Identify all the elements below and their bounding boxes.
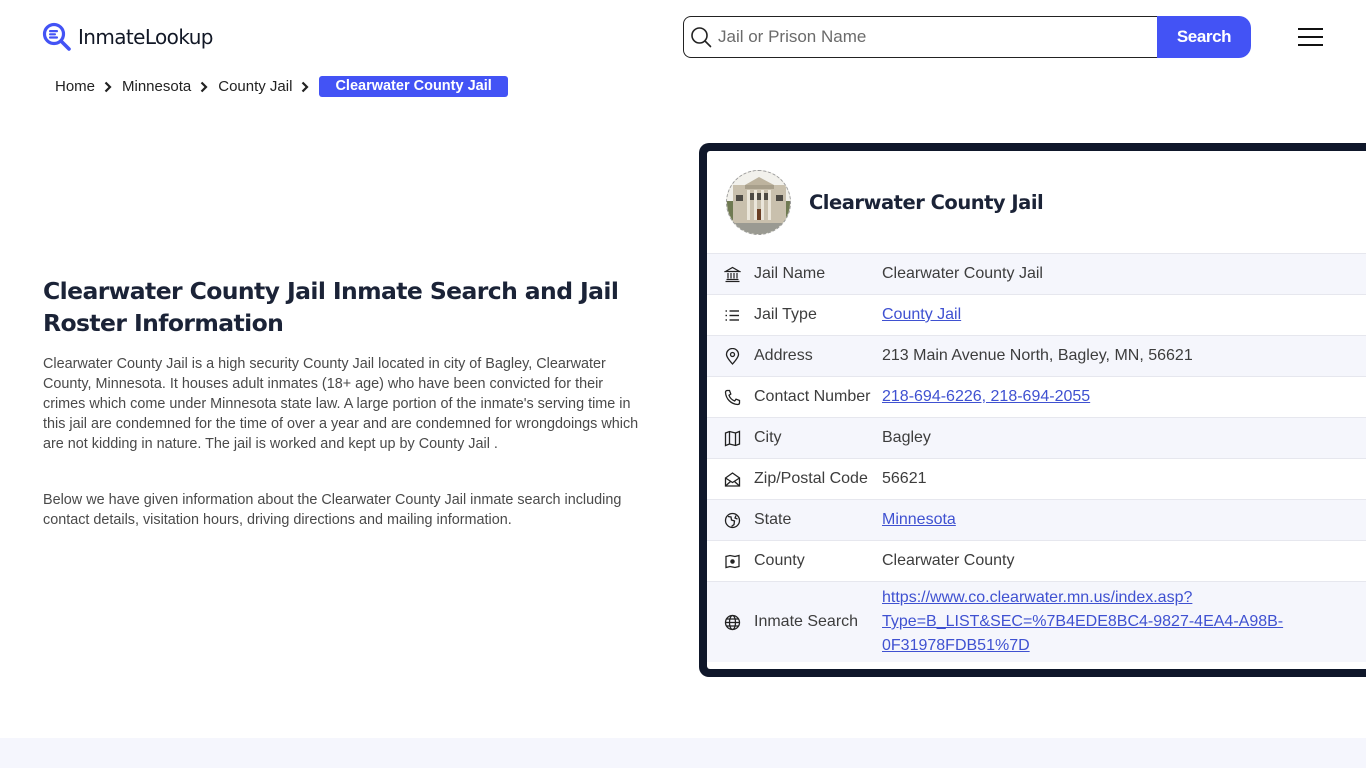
phone-icon	[724, 389, 741, 405]
logo-text: InmateLookup	[78, 25, 213, 49]
info-row-city: City Bagley	[707, 417, 1366, 458]
row-label: State	[754, 511, 792, 528]
info-row-contact-number: Contact Number 218-694-6226, 218-694-205…	[707, 376, 1366, 417]
row-label: Inmate Search	[754, 613, 859, 630]
breadcrumb-home[interactable]: Home	[55, 78, 95, 95]
map-pin-icon	[725, 347, 740, 365]
row-label: Jail Type	[754, 306, 817, 323]
county-map-icon	[725, 554, 740, 568]
chevron-right-icon	[200, 81, 208, 92]
info-row-zip: Zip/Postal Code 56621	[707, 458, 1366, 499]
site-logo[interactable]: InmateLookup	[42, 22, 213, 52]
row-label: Jail Name	[754, 265, 826, 282]
bank-icon	[724, 266, 741, 282]
link-line: Type=B_LIST&SEC=%7B4EDE8BC4-9827-4EA4-A9…	[882, 613, 1284, 630]
jail-name-value: Clearwater County Jail	[882, 265, 1043, 282]
row-label: City	[754, 429, 782, 446]
breadcrumb: Home Minnesota County Jail Clearwater Co…	[55, 76, 508, 97]
card-title: Clearwater County Jail	[809, 190, 1044, 214]
breadcrumb-minnesota[interactable]: Minnesota	[122, 78, 191, 95]
link-line: 0F31978FDB51%7D	[882, 637, 1030, 654]
county-value: Clearwater County	[882, 552, 1015, 569]
info-row-jail-name: Jail Name Clearwater County Jail	[707, 253, 1366, 294]
state-link[interactable]: Minnesota	[882, 511, 956, 528]
breadcrumb-current: Clearwater County Jail	[319, 76, 508, 97]
info-row-jail-type: Jail Type County Jail	[707, 294, 1366, 335]
info-row-address: Address 213 Main Avenue North, Bagley, M…	[707, 335, 1366, 376]
globe-state-icon	[724, 512, 741, 528]
search-form: Search	[683, 16, 1251, 58]
address-value: 213 Main Avenue North, Bagley, MN, 56621	[882, 347, 1193, 364]
menu-button[interactable]	[1298, 27, 1324, 47]
row-label: Contact Number	[754, 388, 871, 405]
breadcrumb-county-jail[interactable]: County Jail	[218, 78, 292, 95]
chevron-right-icon	[302, 81, 309, 92]
hamburger-icon-line	[1298, 36, 1323, 38]
jail-info-card: Clearwater County Jail Jail Name Clearwa…	[699, 143, 1366, 677]
search-button[interactable]: Search	[1157, 16, 1251, 58]
info-row-county: County Clearwater County	[707, 540, 1366, 581]
list-icon	[725, 309, 739, 321]
info-row-state: State Minnesota	[707, 499, 1366, 540]
intro-paragraph: Clearwater County Jail is a high securit…	[43, 356, 639, 452]
zip-value: 56621	[882, 470, 927, 487]
logo-magnifier-icon	[42, 22, 72, 52]
globe-icon	[724, 614, 741, 630]
hamburger-icon-line	[1298, 44, 1323, 46]
map-icon	[724, 430, 741, 446]
mail-open-icon	[724, 471, 741, 487]
search-input[interactable]	[718, 27, 1138, 47]
page-title: Clearwater County Jail Inmate Search and…	[43, 277, 619, 337]
jail-type-link[interactable]: County Jail	[882, 306, 961, 323]
row-label: Zip/Postal Code	[754, 470, 868, 487]
summary-paragraph: Below we have given information about th…	[43, 492, 622, 528]
card-header: Clearwater County Jail	[707, 151, 1366, 253]
footer-section	[0, 738, 1366, 768]
city-value: Bagley	[882, 429, 931, 446]
row-label: County	[754, 552, 805, 569]
search-field[interactable]	[683, 16, 1157, 58]
row-label: Address	[754, 347, 813, 364]
contact-number-link[interactable]: 218-694-6226, 218-694-2055	[882, 388, 1090, 405]
jail-photo	[726, 169, 791, 235]
hamburger-icon	[1298, 28, 1323, 30]
info-row-inmate-search: Inmate Search https://www.co.clearwater.…	[707, 581, 1366, 662]
search-icon	[691, 27, 712, 48]
link-line: https://www.co.clearwater.mn.us/index.as…	[882, 589, 1193, 606]
inmate-search-link[interactable]: https://www.co.clearwater.mn.us/index.as…	[882, 589, 1283, 654]
chevron-right-icon	[104, 81, 112, 92]
